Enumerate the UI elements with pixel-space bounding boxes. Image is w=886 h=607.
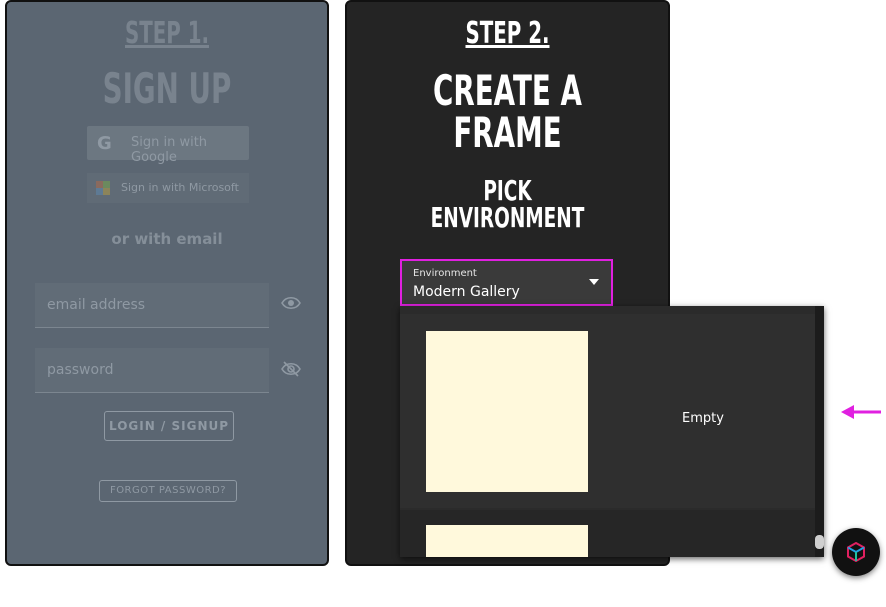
environment-select-label: Environment [413,268,477,279]
password-field[interactable] [35,348,247,392]
password-field-wrapper [35,348,269,393]
microsoft-signin-label: Sign in with Microsoft [121,181,239,194]
or-with-email-label: or with email [111,230,223,248]
signup-title: SIGN UP [102,64,232,113]
caret-up-icon [589,279,599,285]
environment-option[interactable]: Empty [400,314,815,508]
eye-off-icon[interactable] [281,361,301,382]
environment-select-value: Modern Gallery [413,284,520,300]
environment-thumbnail [426,525,588,557]
forgot-password-button[interactable]: FORGOT PASSWORD? [99,480,237,502]
signup-panel: STEP 1. SIGN UP G Sign in with Google Si… [5,0,329,566]
email-field[interactable] [35,283,247,327]
create-frame-title-line2: FRAME [453,108,562,157]
google-icon: G [97,133,112,154]
google-signin-button[interactable]: G Sign in with Google [87,126,249,165]
microsoft-icon [96,181,110,195]
environment-option[interactable] [400,510,815,557]
floating-cube-button[interactable] [832,528,880,576]
google-signin-label: Sign in with Google [131,135,208,165]
step2-label: STEP 2. [465,16,550,51]
dropdown-scrollbar[interactable] [815,306,824,557]
microsoft-signin-button[interactable]: Sign in with Microsoft [87,173,249,203]
step1-label: STEP 1. [124,16,209,51]
dropdown-scrollbar-thumb[interactable] [815,535,824,549]
environment-select[interactable]: Environment Modern Gallery [400,259,613,306]
cube-icon [847,542,865,562]
left-arrow-icon [841,405,881,419]
environment-dropdown: Empty [400,306,824,557]
login-signup-button[interactable]: LOGIN / SIGNUP [104,411,234,441]
environment-thumbnail [426,331,588,492]
eye-icon[interactable] [281,294,301,315]
environment-option-label: Empty [682,411,724,426]
email-field-wrapper [35,283,269,328]
pick-environment-line2: ENVIRONMENT [430,201,585,234]
